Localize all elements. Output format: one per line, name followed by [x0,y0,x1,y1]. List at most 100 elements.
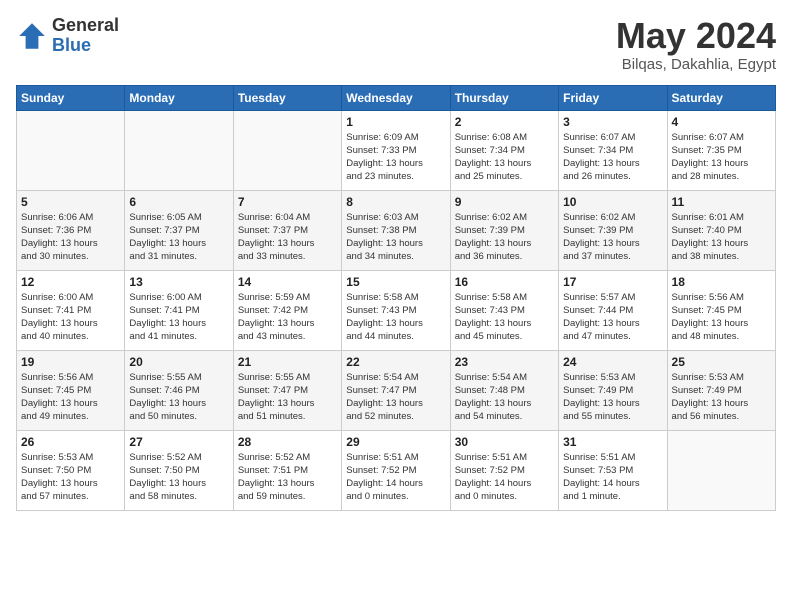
cell-content: Sunrise: 5:51 AM Sunset: 7:52 PM Dayligh… [455,451,554,504]
calendar-table: SundayMondayTuesdayWednesdayThursdayFrid… [16,85,776,511]
week-row-1: 1 Sunrise: 6:09 AM Sunset: 7:33 PM Daylig… [17,110,776,190]
cell-content: Sunrise: 5:53 AM Sunset: 7:50 PM Dayligh… [21,451,120,504]
calendar-cell: 2 Sunrise: 6:08 AM Sunset: 7:34 PM Daylig… [450,110,558,190]
calendar-cell [17,110,125,190]
cell-content: Sunrise: 6:02 AM Sunset: 7:39 PM Dayligh… [563,211,662,264]
cell-content: Sunrise: 5:53 AM Sunset: 7:49 PM Dayligh… [563,371,662,424]
calendar-cell: 19 Sunrise: 5:56 AM Sunset: 7:45 PM Dayli… [17,350,125,430]
page-header: General Blue May 2024 Bilqas, Dakahlia, … [16,16,776,73]
calendar-cell: 12Sunrise: 6:00 AM Sunset: 7:41 PM Dayli… [17,270,125,350]
cell-content: Sunrise: 5:55 AM Sunset: 7:46 PM Dayligh… [129,371,228,424]
calendar-cell: 30 Sunrise: 5:51 AM Sunset: 7:52 PM Dayli… [450,430,558,510]
calendar-cell: 22 Sunrise: 5:54 AM Sunset: 7:47 PM Dayli… [342,350,450,430]
calendar-cell: 21 Sunrise: 5:55 AM Sunset: 7:47 PM Dayli… [233,350,341,430]
day-number: 24 [563,355,662,369]
calendar-cell: 31Sunrise: 5:51 AM Sunset: 7:53 PM Dayli… [559,430,667,510]
cell-content: Sunrise: 5:56 AM Sunset: 7:45 PM Dayligh… [672,291,771,344]
location-title: Bilqas, Dakahlia, Egypt [616,56,776,73]
cell-content: Sunrise: 5:51 AM Sunset: 7:52 PM Dayligh… [346,451,445,504]
day-number: 17 [563,275,662,289]
cell-content: Sunrise: 5:51 AM Sunset: 7:53 PM Dayligh… [563,451,662,504]
day-number: 22 [346,355,445,369]
day-number: 14 [238,275,337,289]
day-number: 9 [455,195,554,209]
day-number: 13 [129,275,228,289]
day-header-thursday: Thursday [450,85,558,110]
day-number: 20 [129,355,228,369]
cell-content: Sunrise: 6:09 AM Sunset: 7:33 PM Dayligh… [346,131,445,184]
calendar-cell [233,110,341,190]
cell-content: Sunrise: 5:57 AM Sunset: 7:44 PM Dayligh… [563,291,662,344]
day-number: 16 [455,275,554,289]
title-block: May 2024 Bilqas, Dakahlia, Egypt [616,16,776,73]
day-number: 1 [346,115,445,129]
week-row-3: 12Sunrise: 6:00 AM Sunset: 7:41 PM Dayli… [17,270,776,350]
day-header-sunday: Sunday [17,85,125,110]
calendar-cell: 8 Sunrise: 6:03 AM Sunset: 7:38 PM Daylig… [342,190,450,270]
calendar-cell: 7Sunrise: 6:04 AM Sunset: 7:37 PM Daylig… [233,190,341,270]
cell-content: Sunrise: 6:04 AM Sunset: 7:37 PM Dayligh… [238,211,337,264]
day-number: 4 [672,115,771,129]
calendar-cell: 20 Sunrise: 5:55 AM Sunset: 7:46 PM Dayli… [125,350,233,430]
day-header-monday: Monday [125,85,233,110]
calendar-cell: 29 Sunrise: 5:51 AM Sunset: 7:52 PM Dayli… [342,430,450,510]
cell-content: Sunrise: 5:54 AM Sunset: 7:47 PM Dayligh… [346,371,445,424]
day-number: 15 [346,275,445,289]
cell-content: Sunrise: 5:53 AM Sunset: 7:49 PM Dayligh… [672,371,771,424]
calendar-cell: 18 Sunrise: 5:56 AM Sunset: 7:45 PM Dayli… [667,270,775,350]
logo-text: General Blue [52,16,119,56]
calendar-cell: 5Sunrise: 6:06 AM Sunset: 7:36 PM Daylig… [17,190,125,270]
cell-content: Sunrise: 6:03 AM Sunset: 7:38 PM Dayligh… [346,211,445,264]
cell-content: Sunrise: 5:52 AM Sunset: 7:50 PM Dayligh… [129,451,228,504]
day-number: 19 [21,355,120,369]
cell-content: Sunrise: 6:08 AM Sunset: 7:34 PM Dayligh… [455,131,554,184]
cell-content: Sunrise: 5:58 AM Sunset: 7:43 PM Dayligh… [455,291,554,344]
calendar-cell: 26Sunrise: 5:53 AM Sunset: 7:50 PM Dayli… [17,430,125,510]
day-number: 5 [21,195,120,209]
day-number: 2 [455,115,554,129]
day-header-tuesday: Tuesday [233,85,341,110]
day-header-row: SundayMondayTuesdayWednesdayThursdayFrid… [17,85,776,110]
cell-content: Sunrise: 5:56 AM Sunset: 7:45 PM Dayligh… [21,371,120,424]
calendar-cell: 1 Sunrise: 6:09 AM Sunset: 7:33 PM Daylig… [342,110,450,190]
day-number: 27 [129,435,228,449]
day-number: 23 [455,355,554,369]
day-number: 18 [672,275,771,289]
calendar-cell: 11 Sunrise: 6:01 AM Sunset: 7:40 PM Dayli… [667,190,775,270]
day-number: 6 [129,195,228,209]
day-number: 11 [672,195,771,209]
logo: General Blue [16,16,119,56]
day-number: 29 [346,435,445,449]
day-header-saturday: Saturday [667,85,775,110]
calendar-cell: 15 Sunrise: 5:58 AM Sunset: 7:43 PM Dayli… [342,270,450,350]
cell-content: Sunrise: 6:07 AM Sunset: 7:35 PM Dayligh… [672,131,771,184]
day-number: 30 [455,435,554,449]
calendar-cell: 25 Sunrise: 5:53 AM Sunset: 7:49 PM Dayli… [667,350,775,430]
cell-content: Sunrise: 6:05 AM Sunset: 7:37 PM Dayligh… [129,211,228,264]
calendar-cell: 13 Sunrise: 6:00 AM Sunset: 7:41 PM Dayli… [125,270,233,350]
cell-content: Sunrise: 6:01 AM Sunset: 7:40 PM Dayligh… [672,211,771,264]
cell-content: Sunrise: 6:02 AM Sunset: 7:39 PM Dayligh… [455,211,554,264]
calendar-cell: 17 Sunrise: 5:57 AM Sunset: 7:44 PM Dayli… [559,270,667,350]
day-header-friday: Friday [559,85,667,110]
day-number: 8 [346,195,445,209]
calendar-cell: 6 Sunrise: 6:05 AM Sunset: 7:37 PM Daylig… [125,190,233,270]
calendar-cell: 10Sunrise: 6:02 AM Sunset: 7:39 PM Dayli… [559,190,667,270]
calendar-cell: 3Sunrise: 6:07 AM Sunset: 7:34 PM Daylig… [559,110,667,190]
cell-content: Sunrise: 5:55 AM Sunset: 7:47 PM Dayligh… [238,371,337,424]
calendar-cell: 28Sunrise: 5:52 AM Sunset: 7:51 PM Dayli… [233,430,341,510]
cell-content: Sunrise: 6:00 AM Sunset: 7:41 PM Dayligh… [129,291,228,344]
cell-content: Sunrise: 6:00 AM Sunset: 7:41 PM Dayligh… [21,291,120,344]
day-number: 25 [672,355,771,369]
calendar-cell: 16 Sunrise: 5:58 AM Sunset: 7:43 PM Dayli… [450,270,558,350]
calendar-cell: 23 Sunrise: 5:54 AM Sunset: 7:48 PM Dayli… [450,350,558,430]
week-row-2: 5Sunrise: 6:06 AM Sunset: 7:36 PM Daylig… [17,190,776,270]
calendar-cell: 27 Sunrise: 5:52 AM Sunset: 7:50 PM Dayli… [125,430,233,510]
calendar-cell [667,430,775,510]
cell-content: Sunrise: 5:54 AM Sunset: 7:48 PM Dayligh… [455,371,554,424]
cell-content: Sunrise: 5:58 AM Sunset: 7:43 PM Dayligh… [346,291,445,344]
week-row-5: 26Sunrise: 5:53 AM Sunset: 7:50 PM Dayli… [17,430,776,510]
week-row-4: 19 Sunrise: 5:56 AM Sunset: 7:45 PM Dayli… [17,350,776,430]
day-header-wednesday: Wednesday [342,85,450,110]
day-number: 21 [238,355,337,369]
